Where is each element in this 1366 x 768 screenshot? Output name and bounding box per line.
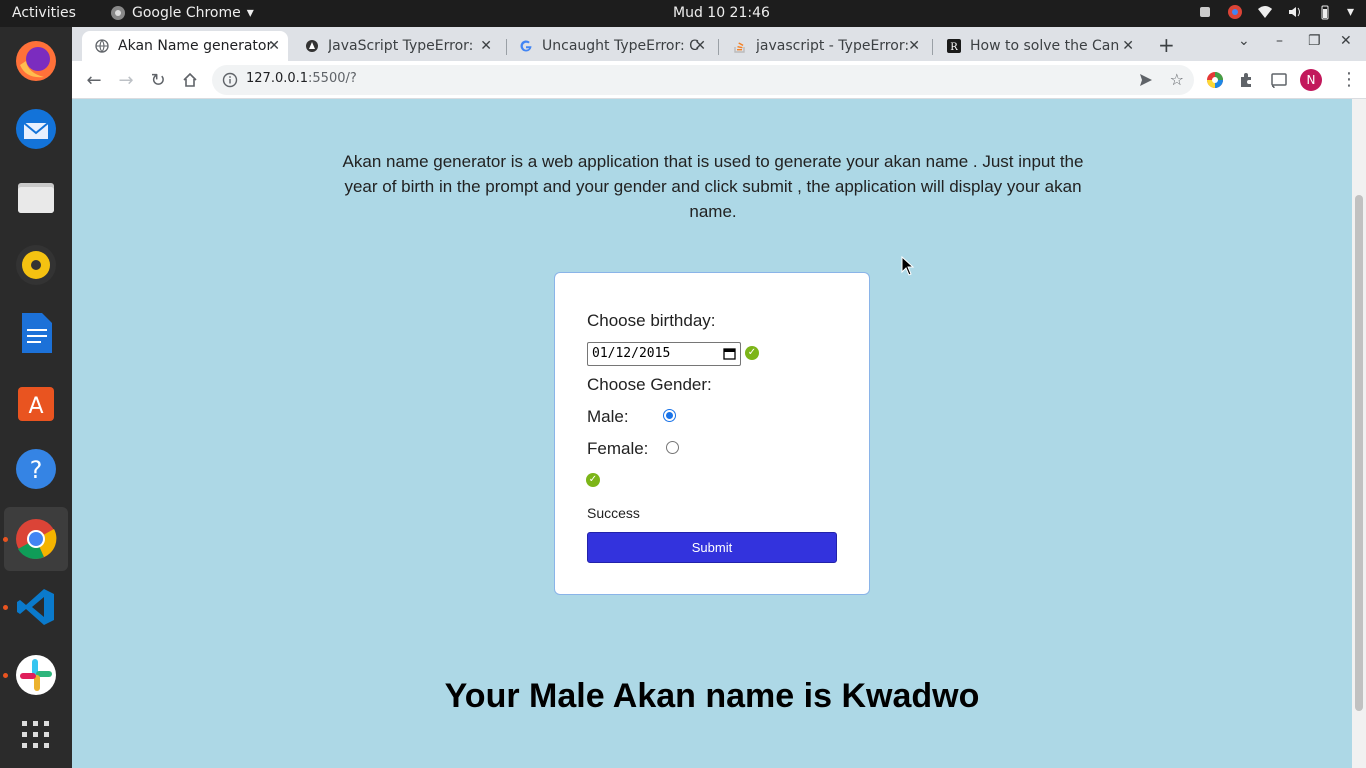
tab-separator bbox=[718, 39, 719, 55]
google-icon bbox=[518, 38, 534, 54]
color-extension-icon[interactable] bbox=[1206, 71, 1224, 89]
stackoverflow-icon bbox=[732, 38, 748, 54]
tab-title: JavaScript TypeError: bbox=[328, 38, 474, 54]
tab-strip: Akan Name generator ✕ JavaScript TypeErr… bbox=[72, 27, 1366, 61]
globe-icon bbox=[94, 38, 110, 54]
firefox-icon[interactable] bbox=[12, 37, 60, 85]
scrollbar-thumb[interactable] bbox=[1355, 195, 1363, 711]
tab-how-to-solve[interactable]: R How to solve the Can ✕ bbox=[934, 31, 1142, 61]
thunderbird-icon[interactable] bbox=[12, 105, 60, 153]
page-scrollbar[interactable] bbox=[1352, 99, 1366, 768]
page-heading-partial: g bbox=[536, 99, 886, 103]
system-top-bar: Activities Google Chrome ▾ Mud 10 21:46 … bbox=[0, 0, 1366, 27]
tab-title: Akan Name generator bbox=[118, 38, 273, 54]
akan-name-result: Your Male Akan name is Kwadwo bbox=[444, 677, 980, 715]
close-tab-icon[interactable]: ✕ bbox=[268, 38, 280, 54]
site-info-icon[interactable] bbox=[222, 72, 238, 88]
app-menu-label: Google Chrome bbox=[132, 5, 241, 21]
tab-title: How to solve the Can bbox=[970, 38, 1120, 54]
activities-button[interactable]: Activities bbox=[12, 5, 76, 21]
url-path: :5500/? bbox=[308, 71, 357, 86]
profile-avatar[interactable]: N bbox=[1300, 69, 1322, 91]
running-indicator bbox=[3, 537, 8, 542]
chrome-window: Akan Name generator ✕ JavaScript TypeErr… bbox=[72, 27, 1366, 768]
address-bar[interactable]: 127.0.0.1:5500/? ☆ bbox=[212, 65, 1194, 95]
male-label: Male: bbox=[587, 407, 629, 426]
tab-stackoverflow[interactable]: javascript - TypeError: ✕ bbox=[720, 31, 928, 61]
forward-icon[interactable]: → bbox=[115, 69, 137, 91]
send-to-devices-icon[interactable] bbox=[1138, 72, 1154, 88]
libreoffice-writer-icon[interactable] bbox=[12, 309, 60, 357]
valid-check-icon: ✓ bbox=[586, 473, 600, 487]
date-value: 01/12/2015 bbox=[592, 346, 671, 361]
female-label: Female: bbox=[587, 439, 649, 458]
tab-title: Uncaught TypeError: C bbox=[542, 38, 699, 54]
close-tab-icon[interactable]: ✕ bbox=[480, 38, 492, 54]
svg-text:R: R bbox=[950, 42, 958, 53]
new-tab-button[interactable]: + bbox=[1158, 33, 1175, 57]
slack-tray-icon bbox=[1199, 7, 1210, 17]
chrome-icon bbox=[111, 6, 125, 20]
google-chrome-dock-icon[interactable] bbox=[4, 507, 68, 571]
dock: A ? bbox=[0, 27, 72, 768]
wifi-icon bbox=[1257, 6, 1272, 18]
close-window-icon[interactable]: ✕ bbox=[1340, 33, 1352, 49]
svg-text:A: A bbox=[28, 394, 43, 419]
rollbar-icon: R bbox=[946, 38, 962, 54]
battery-icon bbox=[1321, 5, 1329, 20]
akan-form-card: Choose birthday: 01/12/2015 ✓ Choose Gen… bbox=[554, 272, 870, 595]
tab-search-icon[interactable]: ⌄ bbox=[1238, 33, 1250, 49]
slack-icon[interactable] bbox=[12, 651, 60, 699]
close-tab-icon[interactable]: ✕ bbox=[1122, 38, 1134, 54]
home-icon[interactable] bbox=[179, 69, 201, 91]
birthday-date-input[interactable]: 01/12/2015 bbox=[587, 342, 741, 366]
vscode-icon[interactable] bbox=[12, 583, 60, 631]
mdn-icon bbox=[304, 38, 320, 54]
intro-paragraph: Akan name generator is a web application… bbox=[342, 152, 1084, 221]
running-indicator bbox=[3, 605, 8, 610]
female-radio[interactable] bbox=[666, 441, 679, 454]
success-message: Success bbox=[587, 505, 640, 521]
cast-icon[interactable] bbox=[1270, 71, 1288, 89]
tab-title: javascript - TypeError: bbox=[756, 38, 910, 54]
minimize-icon[interactable]: – bbox=[1276, 33, 1283, 49]
running-indicator bbox=[3, 673, 8, 678]
mouse-cursor-icon bbox=[901, 256, 915, 276]
close-tab-icon[interactable]: ✕ bbox=[694, 38, 706, 54]
chevron-down-icon: ▾ bbox=[246, 5, 254, 21]
system-tray[interactable]: ▾ bbox=[1197, 4, 1354, 20]
valid-check-icon: ✓ bbox=[745, 346, 759, 360]
tab-separator bbox=[932, 39, 933, 55]
tab-uncaught-typeerror[interactable]: Uncaught TypeError: C ✕ bbox=[506, 31, 714, 61]
help-icon[interactable]: ? bbox=[12, 445, 60, 493]
clock[interactable]: Mud 10 21:46 bbox=[673, 5, 770, 21]
restore-icon[interactable]: ❐ bbox=[1308, 33, 1321, 49]
rhythmbox-icon[interactable] bbox=[12, 241, 60, 289]
reload-icon[interactable]: ↻ bbox=[147, 69, 169, 91]
volume-icon bbox=[1288, 7, 1300, 17]
svg-text:?: ? bbox=[30, 456, 43, 484]
app-menu[interactable]: Google Chrome ▾ bbox=[110, 5, 254, 21]
birthday-label: Choose birthday: bbox=[587, 311, 716, 330]
page-viewport: g Akan name generator is a web applicati… bbox=[72, 99, 1352, 768]
browser-toolbar: ← → ↻ 127.0.0.1:5500/? ☆ N ⋮ bbox=[72, 61, 1366, 99]
chrome-tray-icon bbox=[1227, 5, 1242, 19]
url-host: 127.0.0.1 bbox=[246, 71, 309, 86]
tab-akan-name-generator[interactable]: Akan Name generator ✕ bbox=[82, 31, 288, 61]
bookmark-star-icon[interactable]: ☆ bbox=[1170, 70, 1184, 89]
close-tab-icon[interactable]: ✕ bbox=[908, 38, 920, 54]
power-menu-icon: ▾ bbox=[1346, 4, 1354, 20]
show-applications-icon[interactable] bbox=[12, 711, 60, 759]
files-icon[interactable] bbox=[12, 173, 60, 221]
calendar-icon[interactable] bbox=[723, 347, 736, 360]
male-radio[interactable] bbox=[663, 409, 676, 422]
extensions-puzzle-icon[interactable] bbox=[1238, 71, 1256, 89]
submit-button[interactable]: Submit bbox=[587, 532, 837, 563]
back-icon[interactable]: ← bbox=[83, 69, 105, 91]
gender-label: Choose Gender: bbox=[587, 375, 712, 394]
chrome-menu-icon[interactable]: ⋮ bbox=[1340, 69, 1358, 91]
ubuntu-software-icon[interactable]: A bbox=[12, 377, 60, 425]
tab-javascript-typeerror[interactable]: JavaScript TypeError: ✕ bbox=[292, 31, 500, 61]
url-text[interactable]: 127.0.0.1:5500/? bbox=[246, 71, 357, 86]
